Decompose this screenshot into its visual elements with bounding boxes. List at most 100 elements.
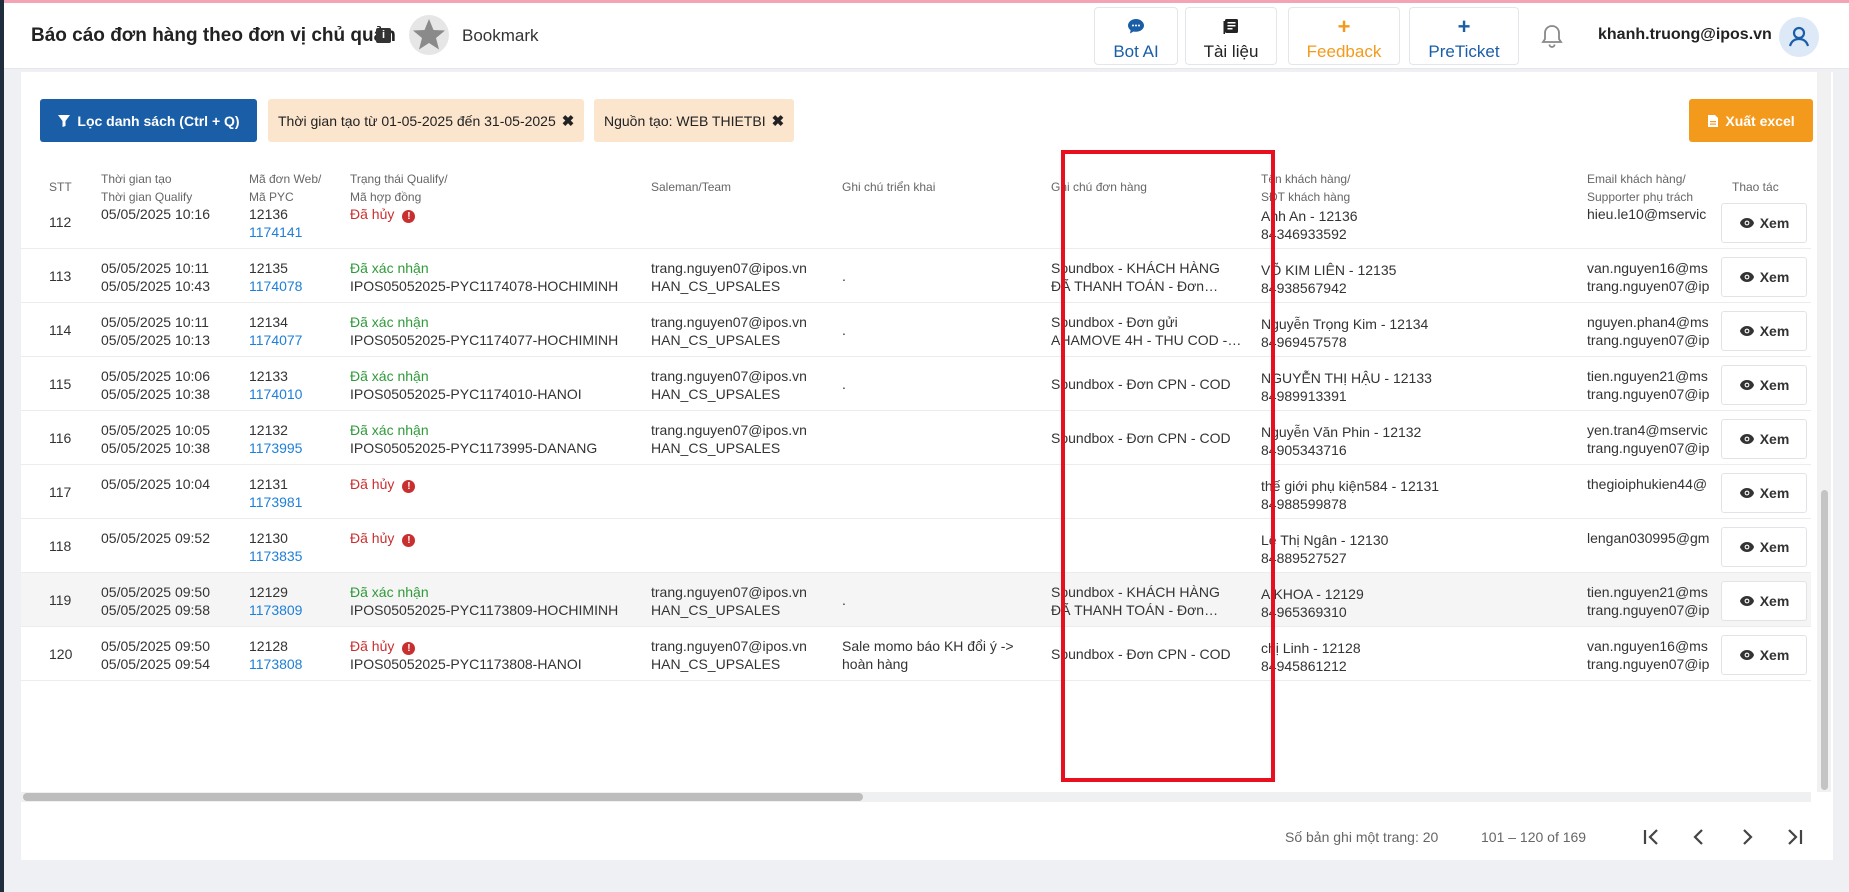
prev-page-icon[interactable] (1686, 824, 1712, 850)
first-page-icon[interactable] (1638, 824, 1664, 850)
status-badge: Đã xác nhận (350, 368, 429, 384)
table-row[interactable]: 117 05/05/2025 10:04 12131 1173981 Đã hủy! th… (21, 465, 1811, 519)
view-button[interactable]: Xem (1721, 581, 1807, 621)
plus-icon: + (1337, 14, 1351, 39)
preticket-button[interactable]: + PreTicket (1409, 7, 1519, 65)
customer-email: yen.tran4@mservic (1587, 422, 1708, 438)
user-email[interactable]: khanh.truong@ipos.vn (1598, 26, 1772, 44)
supporter-email: trang.nguyen07@ip (1587, 386, 1710, 402)
status-badge: Đã xác nhận (350, 422, 429, 438)
user-icon (1788, 26, 1810, 47)
web-order-code: 12129 (249, 584, 288, 600)
tai-lieu-button[interactable]: Tài liệu (1185, 7, 1277, 65)
bookmark-label[interactable]: Bookmark (462, 26, 539, 46)
order-note-line: Soundbox - Đơn gửi (1051, 314, 1178, 330)
customer-name: thế giới phụ kiện584 - 12131 (1261, 478, 1440, 494)
row-status: Đã xác nhận IPOS05052025-PYC1174010-HANOI (350, 367, 582, 403)
row-status: Đã xác nhận IPOS05052025-PYC1174077-HOCHI… (350, 313, 618, 349)
pyc-link[interactable]: 1174010 (249, 385, 302, 403)
row-status: Đã xác nhận IPOS05052025-PYC1173809-HOCHI… (350, 583, 618, 619)
status-badge: Đã hủy (350, 476, 395, 492)
table-row[interactable]: 112 05/05/2025 10:16 12136 1174141 Đã hủy! An… (21, 195, 1811, 249)
pyc-link[interactable]: 1173995 (249, 439, 302, 457)
qualified-time: 05/05/2025 10:38 (101, 386, 210, 402)
supporter-email: trang.nguyen07@ip (1587, 440, 1710, 456)
deploy-note: . (842, 376, 846, 392)
created-time: 05/05/2025 09:50 (101, 584, 210, 600)
view-button[interactable]: Xem (1721, 419, 1807, 459)
bell-icon[interactable] (1540, 23, 1564, 49)
customer-phone: 84889527527 (1261, 550, 1347, 566)
table-row[interactable]: 116 05/05/2025 10:05 05/05/2025 10:38 12132… (21, 411, 1811, 465)
order-note-line: Soundbox - Đơn CPN - COD (1051, 430, 1231, 446)
bot-ai-button[interactable]: Bot AI (1094, 7, 1178, 65)
row-customer: NGUYỄN THỊ HẬU - 12133 84989913391 (1261, 369, 1432, 405)
last-page-icon[interactable] (1782, 824, 1808, 850)
table-row[interactable]: 113 05/05/2025 10:11 05/05/2025 10:43 12135… (21, 249, 1811, 303)
filter-chip-source[interactable]: Nguồn tạo: WEB THIETBI ✖ (594, 99, 795, 142)
view-label: Xem (1759, 539, 1790, 555)
table-row[interactable]: 120 05/05/2025 09:50 05/05/2025 09:54 12128… (21, 627, 1811, 681)
pyc-link[interactable]: 1173808 (249, 655, 302, 673)
table-row[interactable]: 118 05/05/2025 09:52 12130 1173835 Đã hủy! Lê… (21, 519, 1811, 573)
customer-phone: 84969457578 (1261, 334, 1347, 350)
feedback-button[interactable]: + Feedback (1288, 7, 1400, 65)
vertical-scroll-thumb[interactable] (1821, 490, 1828, 790)
feedback-label: Feedback (1306, 42, 1382, 61)
view-button[interactable]: Xem (1721, 635, 1807, 675)
pyc-link[interactable]: 1173835 (249, 547, 302, 565)
sales-team: HAN_CS_UPSALES (651, 440, 781, 456)
status-badge: Đã hủy (350, 530, 395, 546)
order-note-line: AHAMOVE 4H - THU COD -… (1051, 332, 1242, 348)
view-button[interactable]: Xem (1721, 527, 1807, 567)
horizontal-scroll-thumb[interactable] (23, 793, 863, 801)
deploy-note: . (842, 268, 846, 284)
close-icon[interactable]: ✖ (562, 112, 575, 130)
alert-icon[interactable]: ! (402, 480, 416, 493)
row-saleman: trang.nguyen07@ipos.vn HAN_CS_UPSALES (651, 313, 807, 349)
view-button[interactable]: Xem (1721, 311, 1807, 351)
row-stt: 112 (49, 214, 72, 230)
row-codes: 12133 1174010 (249, 367, 302, 403)
row-stt: 117 (49, 484, 72, 500)
view-button[interactable]: Xem (1721, 203, 1807, 243)
customer-email: lengan030995@gm (1587, 530, 1710, 546)
web-order-code: 12134 (249, 314, 288, 330)
avatar[interactable] (1779, 17, 1819, 57)
filter-chip-time[interactable]: Thời gian tạo từ 01-05-2025 đến 31-05-20… (268, 99, 585, 142)
alert-icon[interactable]: ! (402, 210, 416, 223)
row-email: van.nguyen16@ms trang.nguyen07@ip (1587, 637, 1717, 673)
view-button[interactable]: Xem (1721, 365, 1807, 405)
star-icon[interactable] (408, 14, 450, 56)
view-button[interactable]: Xem (1721, 473, 1807, 513)
next-page-icon[interactable] (1734, 824, 1760, 850)
table-row[interactable]: 115 05/05/2025 10:06 05/05/2025 10:38 12133… (21, 357, 1811, 411)
filter-list-label: Lọc danh sách (Ctrl + Q) (77, 112, 240, 129)
row-status: Đã xác nhận IPOS05052025-PYC1174078-HOCHI… (350, 259, 618, 295)
alert-icon[interactable]: ! (402, 534, 416, 547)
view-button[interactable]: Xem (1721, 257, 1807, 297)
table-row[interactable]: 119 05/05/2025 09:50 05/05/2025 09:58 12129… (21, 573, 1811, 627)
row-codes: 12130 1173835 (249, 529, 302, 565)
customer-email: tien.nguyen21@ms (1587, 368, 1708, 384)
row-email: tien.nguyen21@ms trang.nguyen07@ip (1587, 367, 1717, 403)
per-page-label[interactable]: Số bản ghi một trang: 20 (1285, 829, 1438, 845)
created-time: 05/05/2025 10:04 (101, 476, 210, 492)
info-icon[interactable]: i (376, 28, 391, 43)
close-icon[interactable]: ✖ (772, 112, 785, 130)
filter-list-button[interactable]: Lọc danh sách (Ctrl + Q) (40, 99, 257, 142)
pyc-link[interactable]: 1174141 (249, 223, 302, 241)
pyc-link[interactable]: 1174078 (249, 277, 302, 295)
customer-name: Lê Thị Ngân - 12130 (1261, 532, 1389, 548)
web-order-code: 12128 (249, 638, 288, 654)
alert-icon[interactable]: ! (402, 642, 416, 655)
pyc-link[interactable]: 1174077 (249, 331, 302, 349)
row-status: Đã hủy! (350, 205, 416, 223)
export-excel-button[interactable]: Xuất excel (1689, 99, 1813, 142)
pyc-link[interactable]: 1173981 (249, 493, 302, 511)
pyc-link[interactable]: 1173809 (249, 601, 302, 619)
customer-name: chị Linh - 12128 (1261, 640, 1361, 656)
table-row[interactable]: 114 05/05/2025 10:11 05/05/2025 10:13 12134… (21, 303, 1811, 357)
order-note-line: Soundbox - KHÁCH HÀNG (1051, 260, 1220, 276)
filter-chip-label: Thời gian tạo từ 01-05-2025 đến 31-05-20… (278, 112, 556, 129)
